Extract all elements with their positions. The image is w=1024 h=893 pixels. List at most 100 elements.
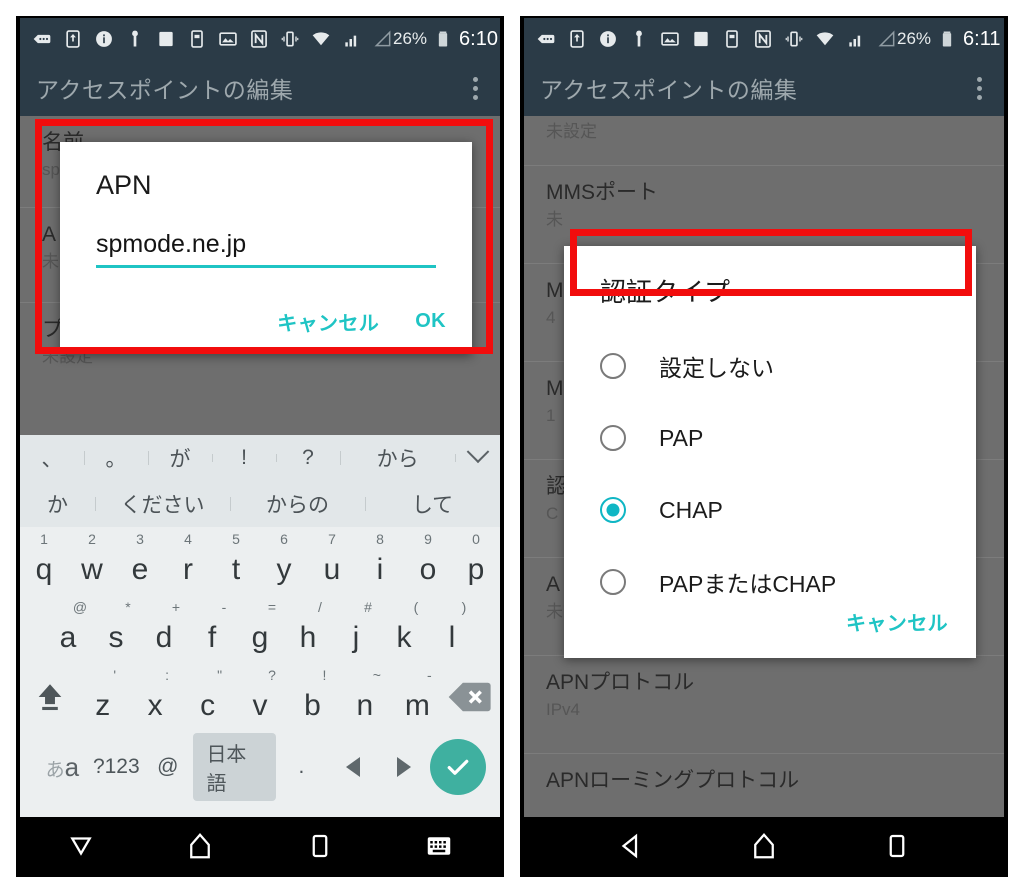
key-sup: : (165, 667, 170, 683)
more-vert-icon[interactable] (976, 76, 982, 100)
keyboard-switch-icon[interactable] (424, 831, 454, 861)
suggestion-item[interactable]: からの (230, 489, 365, 519)
key-d[interactable]: + d (140, 595, 188, 663)
home-icon[interactable] (185, 831, 215, 861)
key-h[interactable]: / h (284, 595, 332, 663)
suggestion-item[interactable]: か (20, 489, 95, 519)
shift-key[interactable] (24, 663, 76, 731)
key-sup: - (221, 599, 227, 615)
suggestion-item[interactable]: ! (212, 446, 276, 470)
key-z[interactable]: ' z (76, 663, 128, 731)
key-e[interactable]: 3e (116, 527, 164, 595)
key-f[interactable]: -f (188, 595, 236, 663)
suggestion-item[interactable]: 。 (84, 443, 148, 473)
left-status-right: 26% 6:10 (393, 28, 498, 51)
backspace-key[interactable] (444, 663, 496, 731)
key-u[interactable]: 7u (308, 527, 356, 595)
key-a[interactable]: @ a (44, 595, 92, 663)
option-chap[interactable]: CHAP (564, 474, 976, 546)
key-t[interactable]: 5t (212, 527, 260, 595)
key-sup: " (217, 667, 223, 683)
cancel-button[interactable]: キャンセル (277, 307, 379, 336)
key-j[interactable]: # j (332, 595, 380, 663)
key-m[interactable]: -m (391, 663, 443, 731)
sim-icon (726, 30, 738, 48)
key-l[interactable]: ) l (428, 595, 476, 663)
keyboard-row-3: ' z :x " c ? v ! b ~ n -m (20, 663, 500, 731)
key-c[interactable]: " c (181, 663, 233, 731)
at-key[interactable]: @ (142, 755, 193, 779)
status-clock: 6:10 (459, 27, 498, 50)
key-q[interactable]: 1q (20, 527, 68, 595)
key-o[interactable]: 9o (404, 527, 452, 595)
back-icon[interactable] (616, 831, 646, 861)
symbols-key[interactable]: ?123 (91, 755, 142, 779)
backspace-icon (444, 663, 496, 731)
key-y[interactable]: 6y (260, 527, 308, 595)
shift-icon (24, 663, 76, 731)
key-label: n (356, 689, 374, 722)
key-k[interactable]: (k (380, 595, 428, 663)
language-key[interactable]: 日本語 (193, 733, 276, 801)
key-p[interactable]: 0p (452, 527, 500, 595)
key-label: o (419, 553, 437, 586)
enter-key[interactable] (429, 739, 486, 795)
list-item-subtitle: 未 (546, 210, 563, 229)
suggestion-row-1: 、 。 が ! ? から (20, 435, 500, 481)
home-icon[interactable] (749, 831, 779, 861)
suggestion-item[interactable]: から (340, 443, 455, 473)
nfc-icon (755, 30, 771, 48)
more-vert-icon[interactable] (472, 76, 478, 100)
recents-icon[interactable] (305, 831, 335, 861)
key-label: b (304, 689, 321, 722)
list-item[interactable]: APNローミングプロトコル (524, 754, 1004, 824)
ok-button[interactable]: OK (415, 310, 446, 333)
key-sup: + (171, 599, 181, 615)
option-label: 設定しない (659, 355, 774, 381)
key-label: l (448, 621, 456, 654)
info-icon (600, 31, 616, 47)
suggestion-item[interactable]: して (365, 489, 500, 519)
key-g[interactable]: = g (236, 595, 284, 663)
chevron-down-icon[interactable] (455, 440, 500, 470)
list-item[interactable]: 未設定 (524, 120, 1004, 166)
option-no-auth[interactable]: 設定しない (564, 330, 976, 402)
right-status-icons (536, 29, 897, 49)
usb-key-icon (636, 30, 642, 47)
suggestion-item[interactable]: が (148, 443, 212, 473)
suggestion-item[interactable]: 、 (20, 443, 84, 473)
key-x[interactable]: :x (129, 663, 181, 731)
key-label: q (35, 553, 53, 586)
auth-options: 設定しない PAP CHAP PAPまたはCHAP (564, 330, 976, 618)
list-item[interactable]: APNプロトコル IPv4 (524, 656, 1004, 754)
period-key[interactable]: . (276, 755, 327, 779)
key-n[interactable]: ~ n (339, 663, 391, 731)
keyboard-row-1: 1q 2w 3e 4r 5t 6y 7u 8i 9o 0p (20, 527, 500, 595)
suggestion-item[interactable]: ? (276, 446, 340, 470)
cursor-right-key[interactable] (379, 757, 430, 777)
battery-icon (942, 31, 952, 47)
hide-keyboard-icon[interactable] (66, 831, 96, 861)
key-w[interactable]: 2w (68, 527, 116, 595)
auth-type-dialog: 認証タイプ 設定しない PAP CHAP PAPまたはCHAP キャンセル (564, 246, 976, 658)
recents-icon[interactable] (882, 831, 912, 861)
key-label: f (207, 621, 217, 654)
apn-edit-dialog: APN spmode.ne.jp キャンセル OK (60, 142, 472, 354)
key-label: j (352, 621, 360, 654)
radio-icon (600, 569, 626, 595)
key-s[interactable]: * s (92, 595, 140, 663)
key-b[interactable]: ! b (286, 663, 338, 731)
key-label: z (95, 689, 111, 722)
suggestion-row-2: か ください からの して (20, 481, 500, 527)
key-sup: / (318, 599, 322, 615)
suggestion-item[interactable]: ください (95, 489, 230, 519)
apn-input[interactable]: spmode.ne.jp (96, 228, 436, 268)
cancel-button[interactable]: キャンセル (846, 613, 948, 635)
input-mode-key[interactable]: あa (34, 752, 91, 783)
key-r[interactable]: 4r (164, 527, 212, 595)
key-i[interactable]: 8i (356, 527, 404, 595)
option-pap[interactable]: PAP (564, 402, 976, 474)
dialog-title: APN (96, 170, 152, 200)
cursor-left-key[interactable] (327, 757, 378, 777)
key-v[interactable]: ? v (234, 663, 286, 731)
